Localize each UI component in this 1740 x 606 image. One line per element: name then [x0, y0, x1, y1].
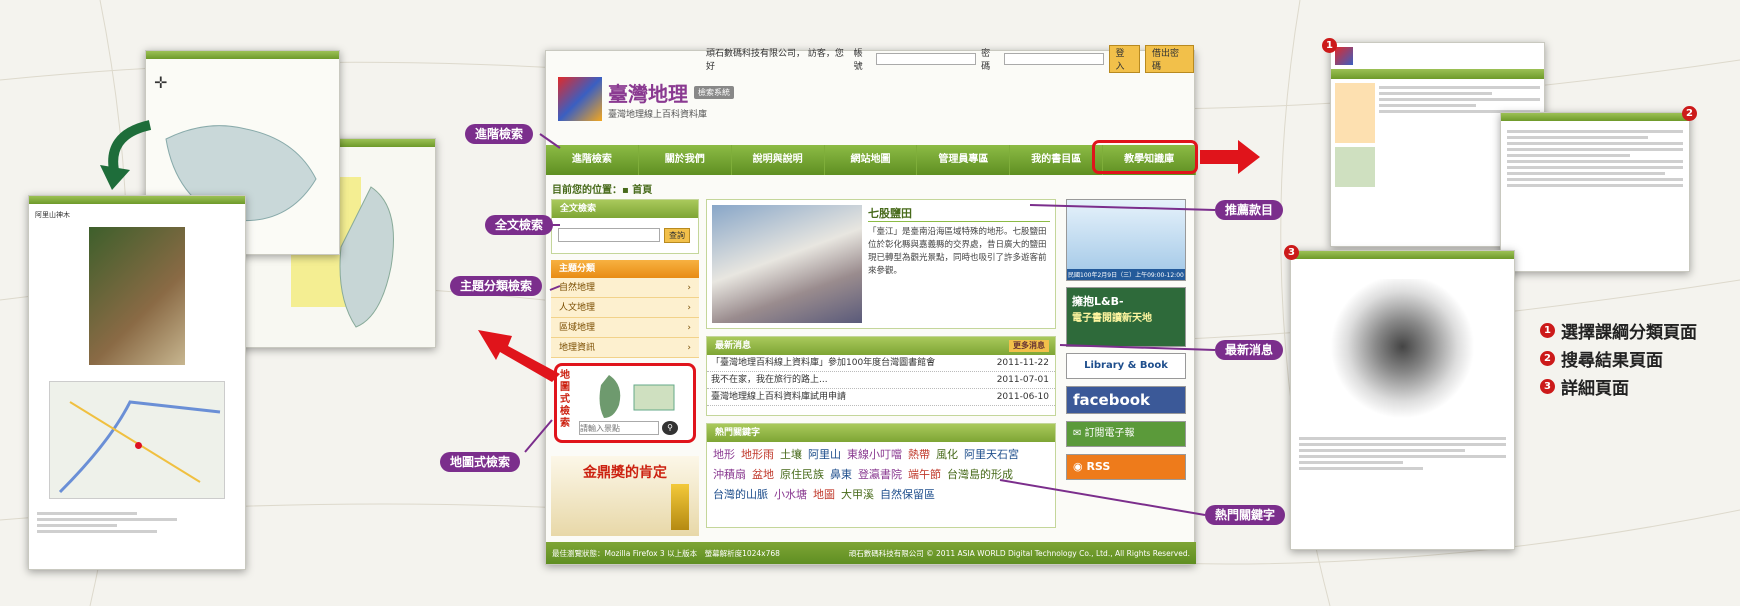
detail-page-screenshot: [1290, 250, 1515, 550]
thumb-number-1: 1: [1322, 38, 1337, 53]
search-result-screenshot: [1500, 112, 1690, 272]
plant-drawing: [1316, 279, 1489, 429]
mini-logo-icon: [1335, 47, 1353, 65]
legend-item: 2 搜尋結果頁面: [1540, 346, 1663, 371]
legend-item: 1 選擇課綱分類頁面: [1540, 318, 1697, 343]
thumb-number-2: 2: [1682, 106, 1697, 121]
legend-item: 3 詳細頁面: [1540, 374, 1629, 399]
thumb-number-3: 3: [1284, 245, 1299, 260]
